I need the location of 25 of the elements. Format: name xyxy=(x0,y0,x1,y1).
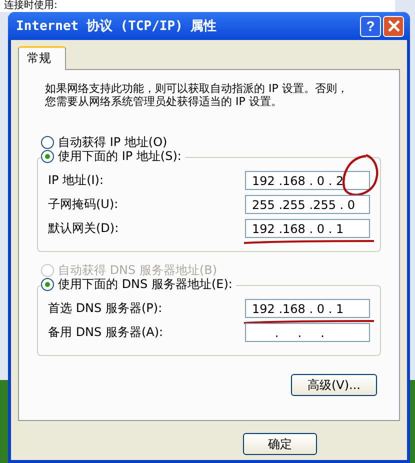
help-button[interactable]: ? xyxy=(360,16,381,36)
window-title: Internet 协议 (TCP/IP) 属性 xyxy=(16,18,218,35)
ip-address-field[interactable]: . . . xyxy=(245,323,370,342)
field-label: 默认网关(D): xyxy=(48,220,119,237)
radio-option[interactable]: 使用下面的 IP 地址(S): xyxy=(41,148,186,165)
ip-address-field[interactable]: 192 .168 . 0 . 2 xyxy=(245,171,370,190)
radio-button[interactable] xyxy=(41,136,54,149)
tab[interactable]: 常规 xyxy=(18,46,66,70)
radio-option[interactable]: 使用下面的 DNS 服务器地址(E): xyxy=(41,276,236,293)
ip-address-field[interactable]: 255 .255 .255 . 0 xyxy=(245,195,370,214)
ip-address-field[interactable]: 192 .168 . 0 . 1 xyxy=(245,299,370,318)
field-label: 子网掩码(U): xyxy=(48,196,118,213)
close-icon xyxy=(388,20,400,32)
ok-button[interactable]: 确定 xyxy=(243,433,317,455)
field-label: 备用 DNS 服务器(A): xyxy=(48,324,164,341)
advanced-button[interactable]: 高级(V)... xyxy=(291,374,377,396)
field-label: IP 地址(I): xyxy=(48,172,104,189)
field-label: 首选 DNS 服务器(P): xyxy=(48,300,162,317)
description-text: 如果网络支持此功能，则可以获取自动指派的 IP 设置。否则， xyxy=(45,82,349,95)
close-button[interactable] xyxy=(383,16,404,36)
background-label: 连接时使用: xyxy=(4,0,58,12)
description-text: 您需要从网络系统管理员处获得适当的 IP 设置。 xyxy=(45,95,283,108)
ip-address-field[interactable]: 192 .168 . 0 . 1 xyxy=(245,219,370,238)
radio-button[interactable] xyxy=(41,150,54,163)
radio-button[interactable] xyxy=(41,278,54,291)
